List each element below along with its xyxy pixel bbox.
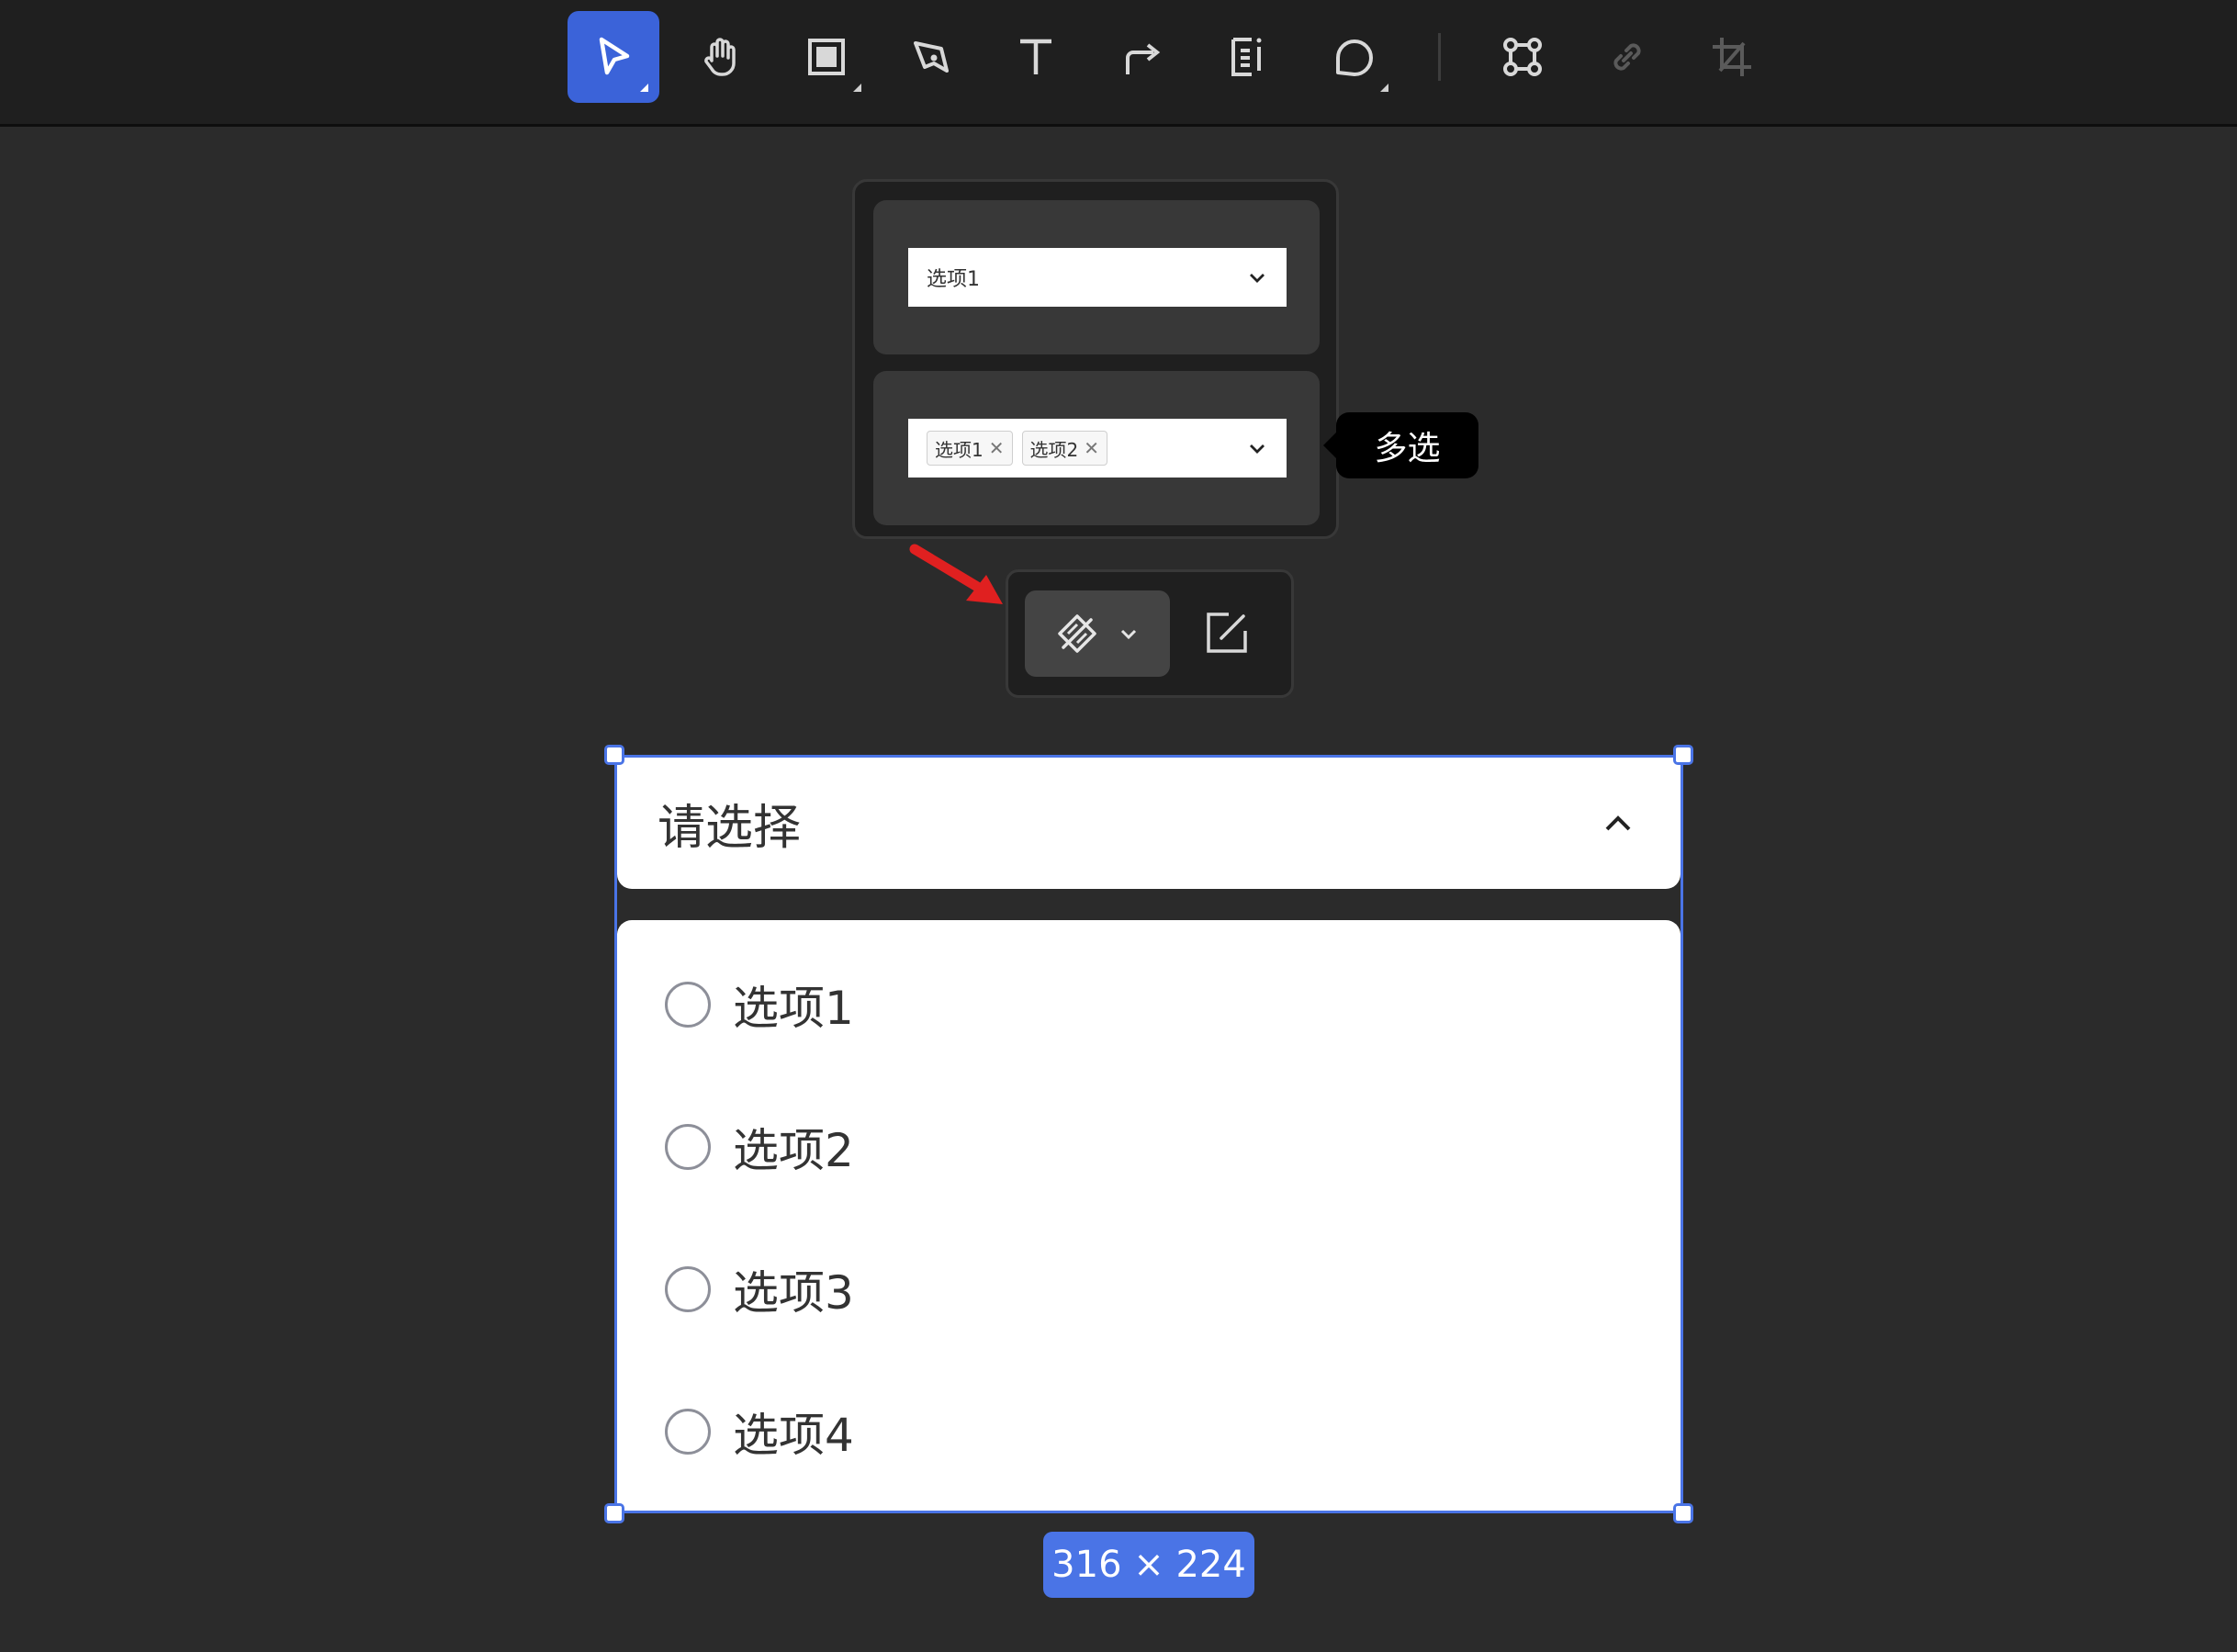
edit-icon[interactable]: [1201, 607, 1253, 658]
tag: 选项2 ✕: [1021, 431, 1107, 466]
chevron-down-icon: [1120, 629, 1137, 640]
annotation-arrow-icon: [909, 544, 1003, 604]
text-icon: [1020, 39, 1051, 74]
resize-handle-top-left[interactable]: [604, 745, 624, 765]
floating-toolbar: [1006, 569, 1294, 698]
pen-icon: [914, 41, 949, 73]
resize-handle-bottom-left[interactable]: [604, 1503, 624, 1523]
close-icon: ✕: [1084, 437, 1099, 459]
multi-select-preview: 选项1 ✕ 选项2 ✕: [908, 419, 1287, 478]
dropdown-option[interactable]: 选项1: [665, 968, 854, 1041]
option-label: 选项1: [733, 982, 854, 1035]
component-icon: [1503, 38, 1542, 76]
component-variant-icon: [1058, 614, 1096, 653]
component-tool-button[interactable]: [1477, 11, 1568, 103]
close-icon: ✕: [988, 437, 1005, 459]
submenu-indicator: [640, 84, 648, 92]
toolbar-divider: [1438, 33, 1441, 81]
cursor-icon: [599, 37, 630, 75]
text-tool-button[interactable]: [990, 11, 1082, 103]
list-text-icon: [1231, 38, 1262, 76]
chevron-up-icon: [1605, 815, 1631, 830]
variant-multi-select[interactable]: 选项1 ✕ 选项2 ✕: [873, 371, 1320, 525]
chevron-down-icon: [1250, 274, 1265, 283]
dropdown-option[interactable]: 选项3: [665, 1253, 854, 1326]
variant-tooltip: 多选: [1323, 412, 1478, 478]
top-toolbar: [0, 0, 2237, 127]
radio-button[interactable]: [665, 1124, 711, 1170]
chevron-down-icon: [1250, 444, 1265, 454]
option-label: 选项3: [733, 1266, 854, 1320]
tag-label: 选项2: [1029, 438, 1079, 461]
radio-button[interactable]: [665, 1266, 711, 1312]
select-trigger[interactable]: 请选择: [617, 758, 1681, 889]
frame-tool-button[interactable]: [781, 11, 872, 103]
option-label: 选项2: [733, 1124, 854, 1177]
radio-button[interactable]: [665, 1409, 711, 1455]
dropdown-menu: 选项1 选项2 选项3 选项4: [617, 920, 1681, 1511]
submenu-indicator: [1380, 84, 1388, 92]
tag-list: 选项1 ✕ 选项2 ✕: [927, 431, 1246, 466]
comment-icon: [1336, 39, 1373, 76]
single-select-value: 选项1: [927, 268, 980, 291]
pen-tool-button[interactable]: [885, 11, 977, 103]
connector-icon: [1126, 43, 1161, 74]
select-placeholder: 请选择: [658, 801, 802, 856]
radio-button[interactable]: [665, 982, 711, 1028]
dropdown-option[interactable]: 选项4: [665, 1395, 854, 1468]
link-icon: [1613, 43, 1641, 71]
hand-tool-button[interactable]: [676, 11, 768, 103]
select-tool-button[interactable]: [568, 11, 659, 103]
variant-switch-button[interactable]: [1025, 590, 1170, 677]
single-select-preview: 选项1: [908, 248, 1287, 307]
hand-icon: [704, 38, 736, 76]
variant-single-select[interactable]: 选项1: [873, 200, 1320, 354]
tag-label: 选项1: [935, 438, 984, 461]
crop-tool-button[interactable]: [1686, 11, 1778, 103]
crop-icon: [1713, 38, 1751, 76]
connector-tool-button[interactable]: [1096, 11, 1187, 103]
dropdown-option[interactable]: 选项2: [665, 1110, 854, 1184]
variant-panel: 选项1 选项1 ✕ 选项2 ✕: [852, 179, 1339, 539]
resize-handle-top-right[interactable]: [1673, 745, 1693, 765]
list-text-tool-button[interactable]: [1201, 11, 1293, 103]
link-tool-button[interactable]: [1581, 11, 1673, 103]
resize-handle-bottom-right[interactable]: [1673, 1503, 1693, 1523]
dimension-badge: 316 × 224: [1043, 1532, 1254, 1598]
submenu-indicator: [853, 84, 861, 92]
option-label: 选项4: [733, 1409, 854, 1462]
tag: 选项1 ✕: [927, 431, 1013, 466]
frame-icon: [808, 39, 845, 75]
comment-tool-button[interactable]: [1308, 11, 1400, 103]
